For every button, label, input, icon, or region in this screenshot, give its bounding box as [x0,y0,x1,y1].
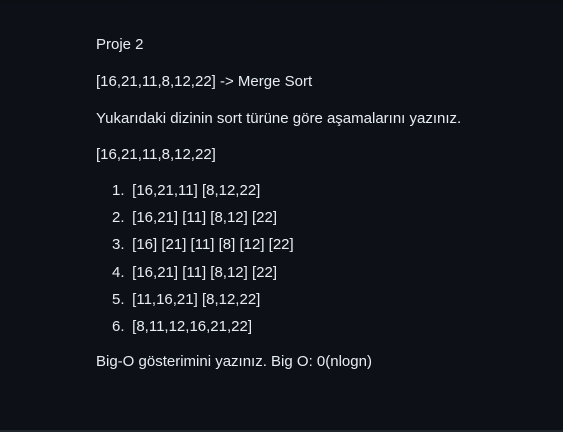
list-item: 4. [16,21] [11] [8,12] [22] [112,262,546,284]
list-item-text: [11,16,21] [8,12,22] [132,290,261,308]
list-item-number: 3. [112,236,125,254]
list-item-text: [16] [21] [11] [8] [12] [22] [132,236,294,254]
list-item-number: 6. [112,317,125,335]
merge-sort-steps-list: 1. [16,21,11] [8,12,22] 2. [16,21] [11] … [96,180,546,338]
list-item-text: [16,21] [11] [8,12] [22] [132,263,278,281]
problem-statement: [16,21,11,8,12,22] -> Merge Sort [96,73,313,90]
top-edge-shadow [0,0,563,6]
list-item: 1. [16,21,11] [8,12,22] [112,180,546,202]
list-item: 5. [11,16,21] [8,12,22] [112,289,546,311]
list-item: 2. [16,21] [11] [8,12] [22] [112,207,546,229]
list-item: 3. [16] [21] [11] [8] [12] [22] [112,234,546,256]
list-item-number: 1. [112,182,125,199]
input-array: [16,21,11,8,12,22] [96,146,216,163]
list-item-text: [8,11,12,16,21,22] [132,317,252,335]
list-item: 6. [8,11,12,16,21,22] [112,316,546,338]
document-title: Proje 2 [96,36,144,53]
big-o-answer: Big-O gösterimini yazınız. Big O: 0(nlog… [96,352,372,370]
list-item-number: 2. [112,209,125,227]
list-item-number: 4. [112,263,125,281]
list-item-text: [16,21,11] [8,12,22] [132,182,261,199]
list-item-number: 5. [112,290,125,308]
markdown-document: Proje 2 [16,21,11,8,12,22] -> Merge Sort… [96,34,546,373]
instruction-text: Yukarıdaki dizinin sort türüne göre aşam… [96,110,462,127]
list-item-text: [16,21] [11] [8,12] [22] [132,209,278,227]
